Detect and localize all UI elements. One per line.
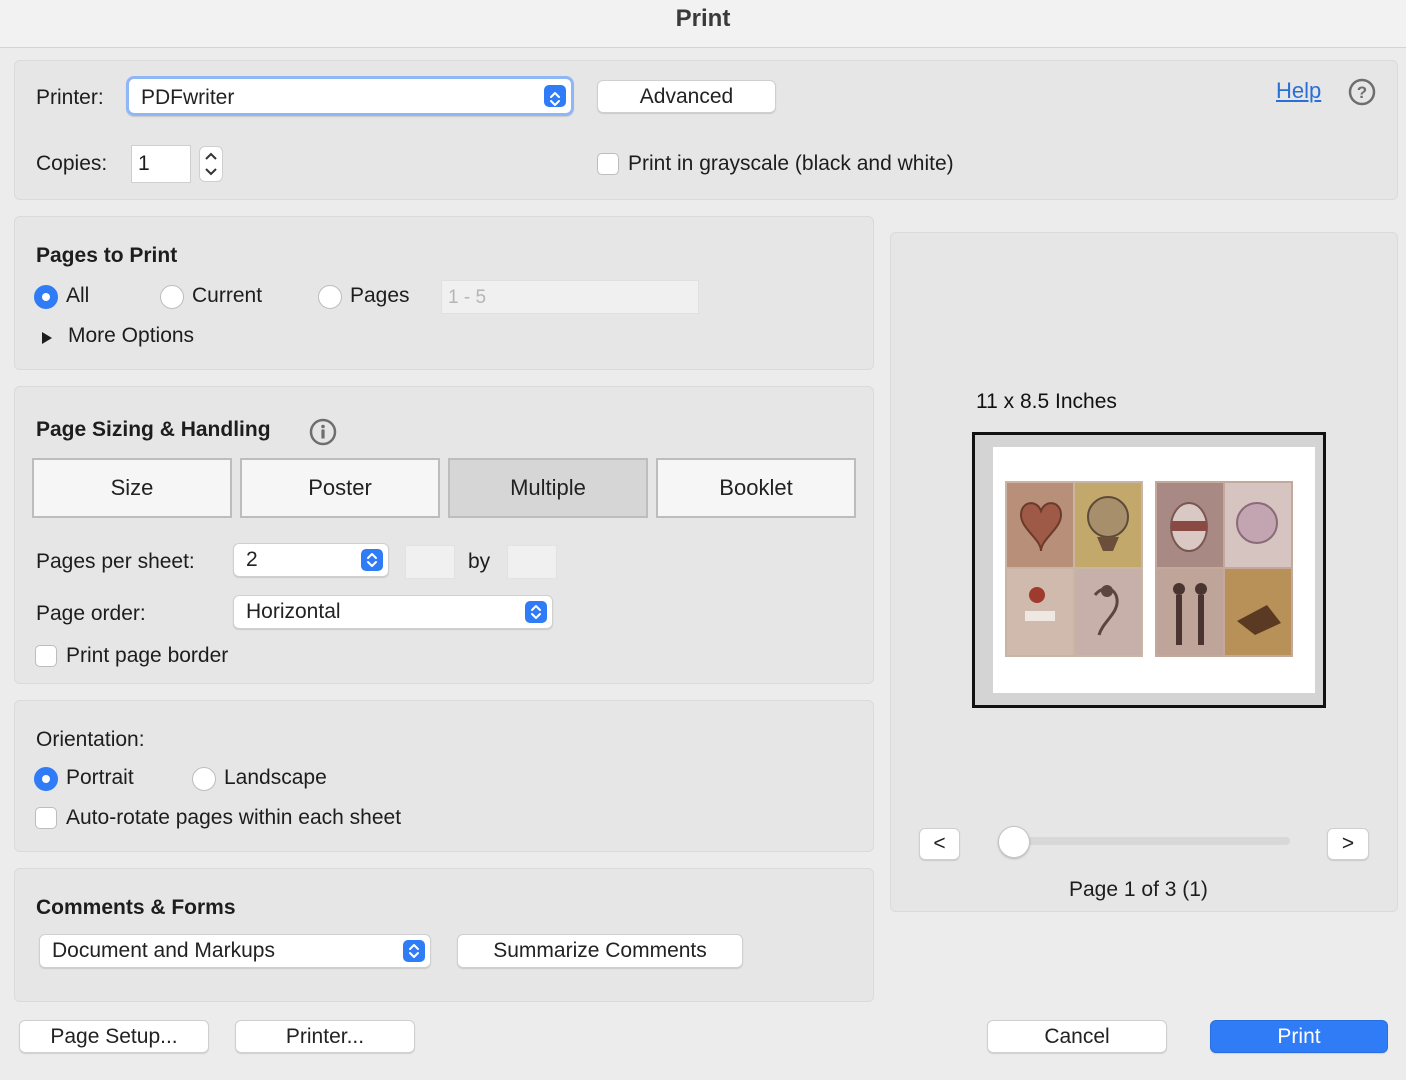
pages-to-print-heading: Pages to Print [36, 244, 178, 267]
print-page-border-label: Print page border [66, 644, 229, 667]
help-link[interactable]: Help [1276, 78, 1321, 104]
tab-poster[interactable]: Poster [240, 458, 440, 518]
copies-label: Copies: [36, 152, 108, 175]
page-order-label: Page order: [36, 602, 146, 625]
custom-cols-input [405, 545, 455, 579]
disclosure-triangle-icon[interactable] [40, 328, 54, 344]
pages-per-sheet-label: Pages per sheet: [36, 550, 195, 573]
help-icon[interactable]: ? [1348, 78, 1376, 106]
comments-forms-heading: Comments & Forms [36, 896, 236, 919]
radio-portrait[interactable] [34, 767, 58, 791]
page-setup-button[interactable]: Page Setup... [19, 1020, 209, 1053]
radio-all-label: All [66, 284, 90, 307]
print-page-border-checkbox[interactable] [35, 645, 57, 667]
radio-landscape-label: Landscape [224, 766, 327, 789]
printer-label: Printer: [36, 86, 104, 109]
chevron-updown-icon [544, 85, 566, 107]
radio-landscape[interactable] [192, 767, 216, 791]
pages-per-sheet-select[interactable]: 2 [233, 543, 389, 577]
more-options-label[interactable]: More Options [68, 324, 194, 348]
pages-per-sheet-value: 2 [246, 548, 258, 571]
comments-forms-select[interactable]: Document and Markups [39, 934, 431, 968]
tab-size[interactable]: Size [32, 458, 232, 518]
copies-value: 1 [138, 152, 150, 175]
radio-current[interactable] [160, 285, 184, 309]
radio-portrait-label: Portrait [66, 766, 134, 789]
copies-stepper[interactable] [199, 146, 223, 182]
grayscale-label: Print in grayscale (black and white) [628, 152, 954, 175]
print-button[interactable]: Print [1210, 1020, 1388, 1053]
page-slider-track[interactable] [1012, 837, 1290, 845]
page-order-select[interactable]: Horizontal [233, 595, 553, 629]
page-status: Page 1 of 3 (1) [1069, 878, 1208, 901]
sheet-preview [972, 432, 1326, 708]
info-icon[interactable] [309, 418, 337, 446]
page-range-input[interactable]: 1 - 5 [441, 280, 699, 314]
by-label: by [468, 550, 491, 573]
radio-current-label: Current [192, 284, 263, 307]
paper-size-label: 11 x 8.5 Inches [976, 390, 1117, 413]
page-thumbnail-right [1155, 481, 1293, 657]
auto-rotate-checkbox[interactable] [35, 807, 57, 829]
printer-select[interactable]: PDFwriter [126, 76, 574, 116]
radio-pages-label: Pages [350, 284, 410, 307]
page-order-value: Horizontal [246, 600, 341, 623]
chevron-updown-icon [403, 940, 425, 962]
auto-rotate-label: Auto-rotate pages within each sheet [66, 806, 402, 829]
copies-input[interactable]: 1 [131, 145, 191, 183]
cancel-button[interactable]: Cancel [987, 1020, 1167, 1053]
grayscale-checkbox[interactable] [597, 153, 619, 175]
radio-all[interactable] [34, 285, 58, 309]
window-title: Print [0, 0, 1406, 48]
page-thumbnail-left [1005, 481, 1143, 657]
printer-settings-button[interactable]: Printer... [235, 1020, 415, 1053]
printer-select-value: PDFwriter [141, 86, 235, 109]
orientation-heading: Orientation: [36, 728, 145, 751]
tab-booklet[interactable]: Booklet [656, 458, 856, 518]
tab-multiple[interactable]: Multiple [448, 458, 648, 518]
svg-text:?: ? [1357, 83, 1367, 102]
summarize-comments-button[interactable]: Summarize Comments [457, 934, 743, 968]
custom-rows-input [507, 545, 557, 579]
page-sizing-heading: Page Sizing & Handling [36, 418, 271, 441]
chevron-updown-icon [525, 601, 547, 623]
page-slider-thumb[interactable] [998, 826, 1030, 858]
comments-forms-value: Document and Markups [52, 939, 275, 962]
radio-pages[interactable] [318, 285, 342, 309]
next-page-button[interactable]: > [1327, 828, 1369, 860]
advanced-button[interactable]: Advanced [597, 80, 776, 113]
prev-page-button[interactable]: < [919, 828, 960, 860]
page-range-placeholder: 1 - 5 [448, 287, 487, 308]
chevron-updown-icon [361, 549, 383, 571]
